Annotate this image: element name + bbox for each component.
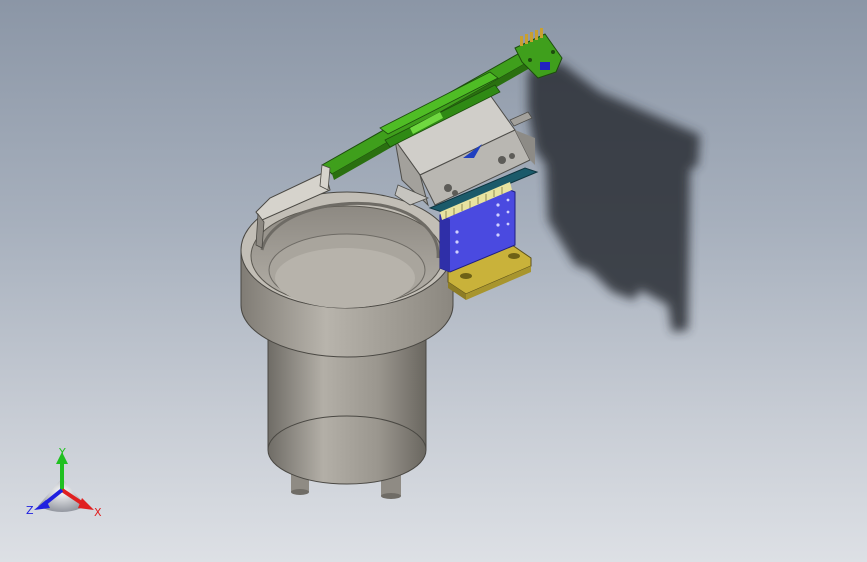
reference-triad[interactable]: Y X Z: [22, 446, 106, 522]
feeder-bowl: [240, 191, 454, 358]
x-axis-label: X: [94, 506, 102, 519]
y-axis-label: Y: [58, 446, 66, 459]
graphics-viewport[interactable]: Y X Z: [0, 0, 867, 562]
cast-shadow: [528, 62, 700, 332]
z-axis-label: Z: [26, 504, 34, 517]
model-view[interactable]: [0, 0, 867, 562]
